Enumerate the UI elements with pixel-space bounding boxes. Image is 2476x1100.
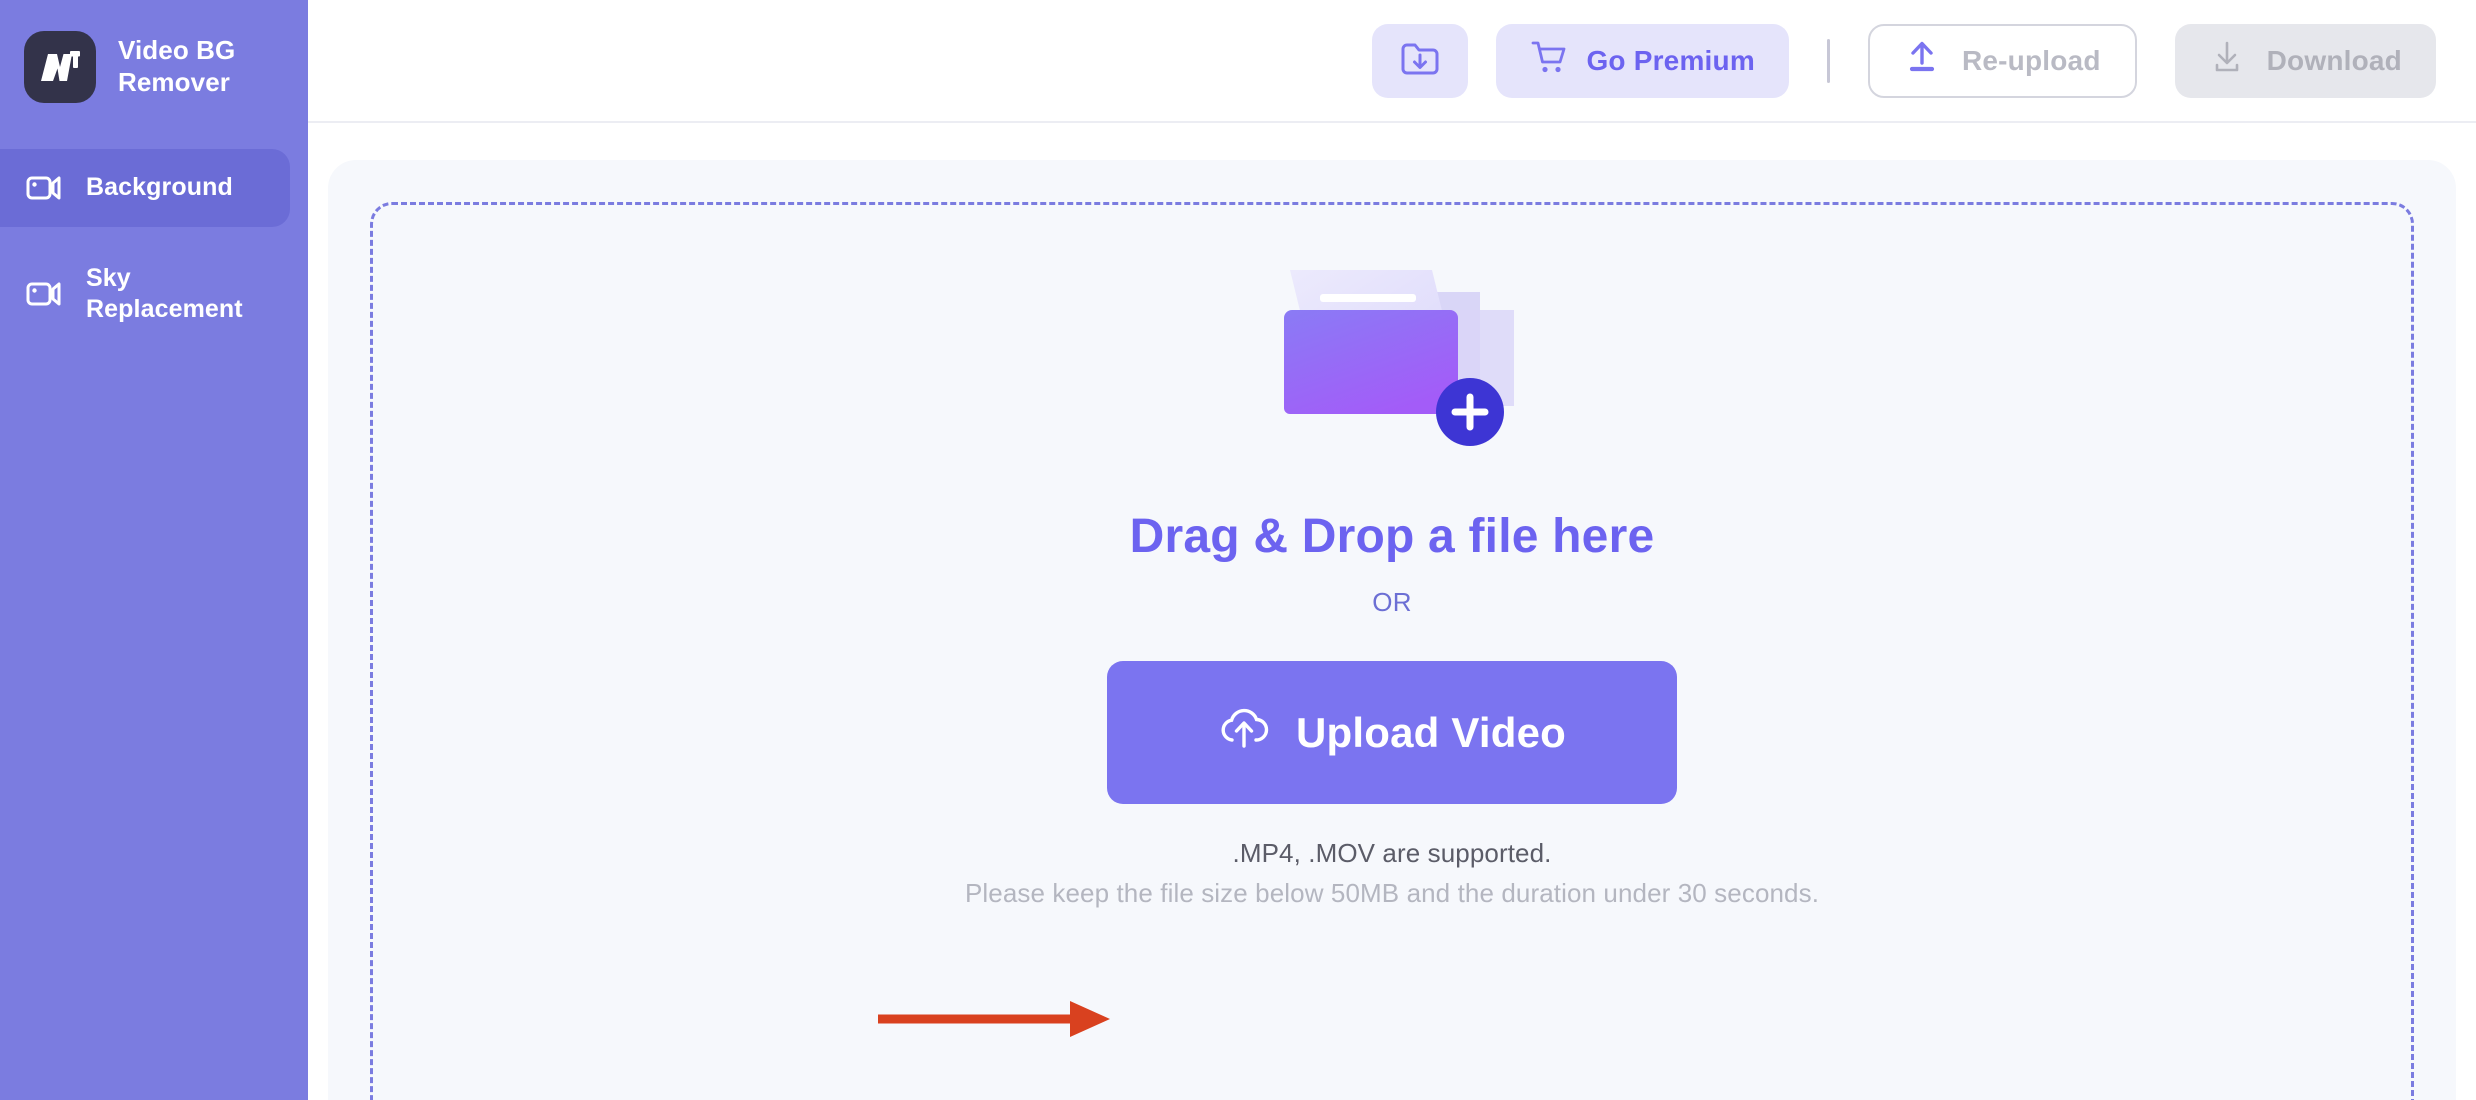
sidebar: Video BG Remover Background Sky Replacem…	[0, 0, 308, 1100]
video-camera-icon	[24, 274, 64, 314]
upload-video-button[interactable]: Upload Video	[1107, 661, 1677, 804]
download-arrow-icon	[2209, 38, 2245, 83]
download-button[interactable]: Download	[2174, 23, 2436, 98]
sidebar-item-label: Background	[86, 173, 233, 202]
shopping-cart-icon	[1530, 38, 1568, 83]
drop-title: Drag & Drop a file here	[1129, 510, 1655, 563]
upload-card: Drag & Drop a file here OR Upload Video	[328, 160, 2456, 1100]
sidebar-item-sky-replacement[interactable]: Sky Replacement	[0, 255, 290, 333]
brand-name: Video BG Remover	[118, 35, 236, 97]
re-upload-button[interactable]: Re-upload	[1867, 23, 2137, 98]
sidebar-item-label: Sky Replacement	[86, 263, 243, 324]
drop-zone[interactable]: Drag & Drop a file here OR Upload Video	[370, 202, 2414, 1100]
go-premium-label: Go Premium	[1586, 44, 1755, 76]
toolbar-divider	[1826, 38, 1830, 83]
folder-download-icon	[1400, 40, 1440, 81]
app-root: Video BG Remover Background Sky Replacem…	[0, 0, 2476, 1100]
file-limits-hint: Please keep the file size below 50MB and…	[964, 878, 1820, 908]
re-upload-label: Re-upload	[1961, 44, 2101, 76]
media-io-logo-icon	[24, 31, 96, 103]
my-files-button[interactable]	[1372, 23, 1469, 98]
upload-arrow-icon	[1904, 38, 1940, 83]
sidebar-item-background[interactable]: Background	[0, 149, 290, 227]
cloud-upload-icon	[1218, 706, 1270, 760]
download-label: Download	[2266, 44, 2402, 76]
or-separator-label: OR	[1372, 587, 1412, 617]
sidebar-nav: Background Sky Replacement	[0, 149, 308, 333]
open-folder-with-plus-icon	[1262, 256, 1522, 461]
upload-video-label: Upload Video	[1296, 708, 1566, 756]
video-camera-icon	[24, 168, 64, 208]
go-premium-button[interactable]: Go Premium	[1496, 23, 1789, 98]
main-area: Go Premium Re-upload Download Drag & Dro…	[308, 0, 2476, 1100]
content-area: Drag & Drop a file here OR Upload Video	[308, 123, 2476, 1100]
brand: Video BG Remover	[0, 0, 308, 103]
supported-formats-hint: .MP4, .MOV are supported.	[1232, 838, 1552, 868]
top-toolbar: Go Premium Re-upload Download	[308, 0, 2476, 123]
